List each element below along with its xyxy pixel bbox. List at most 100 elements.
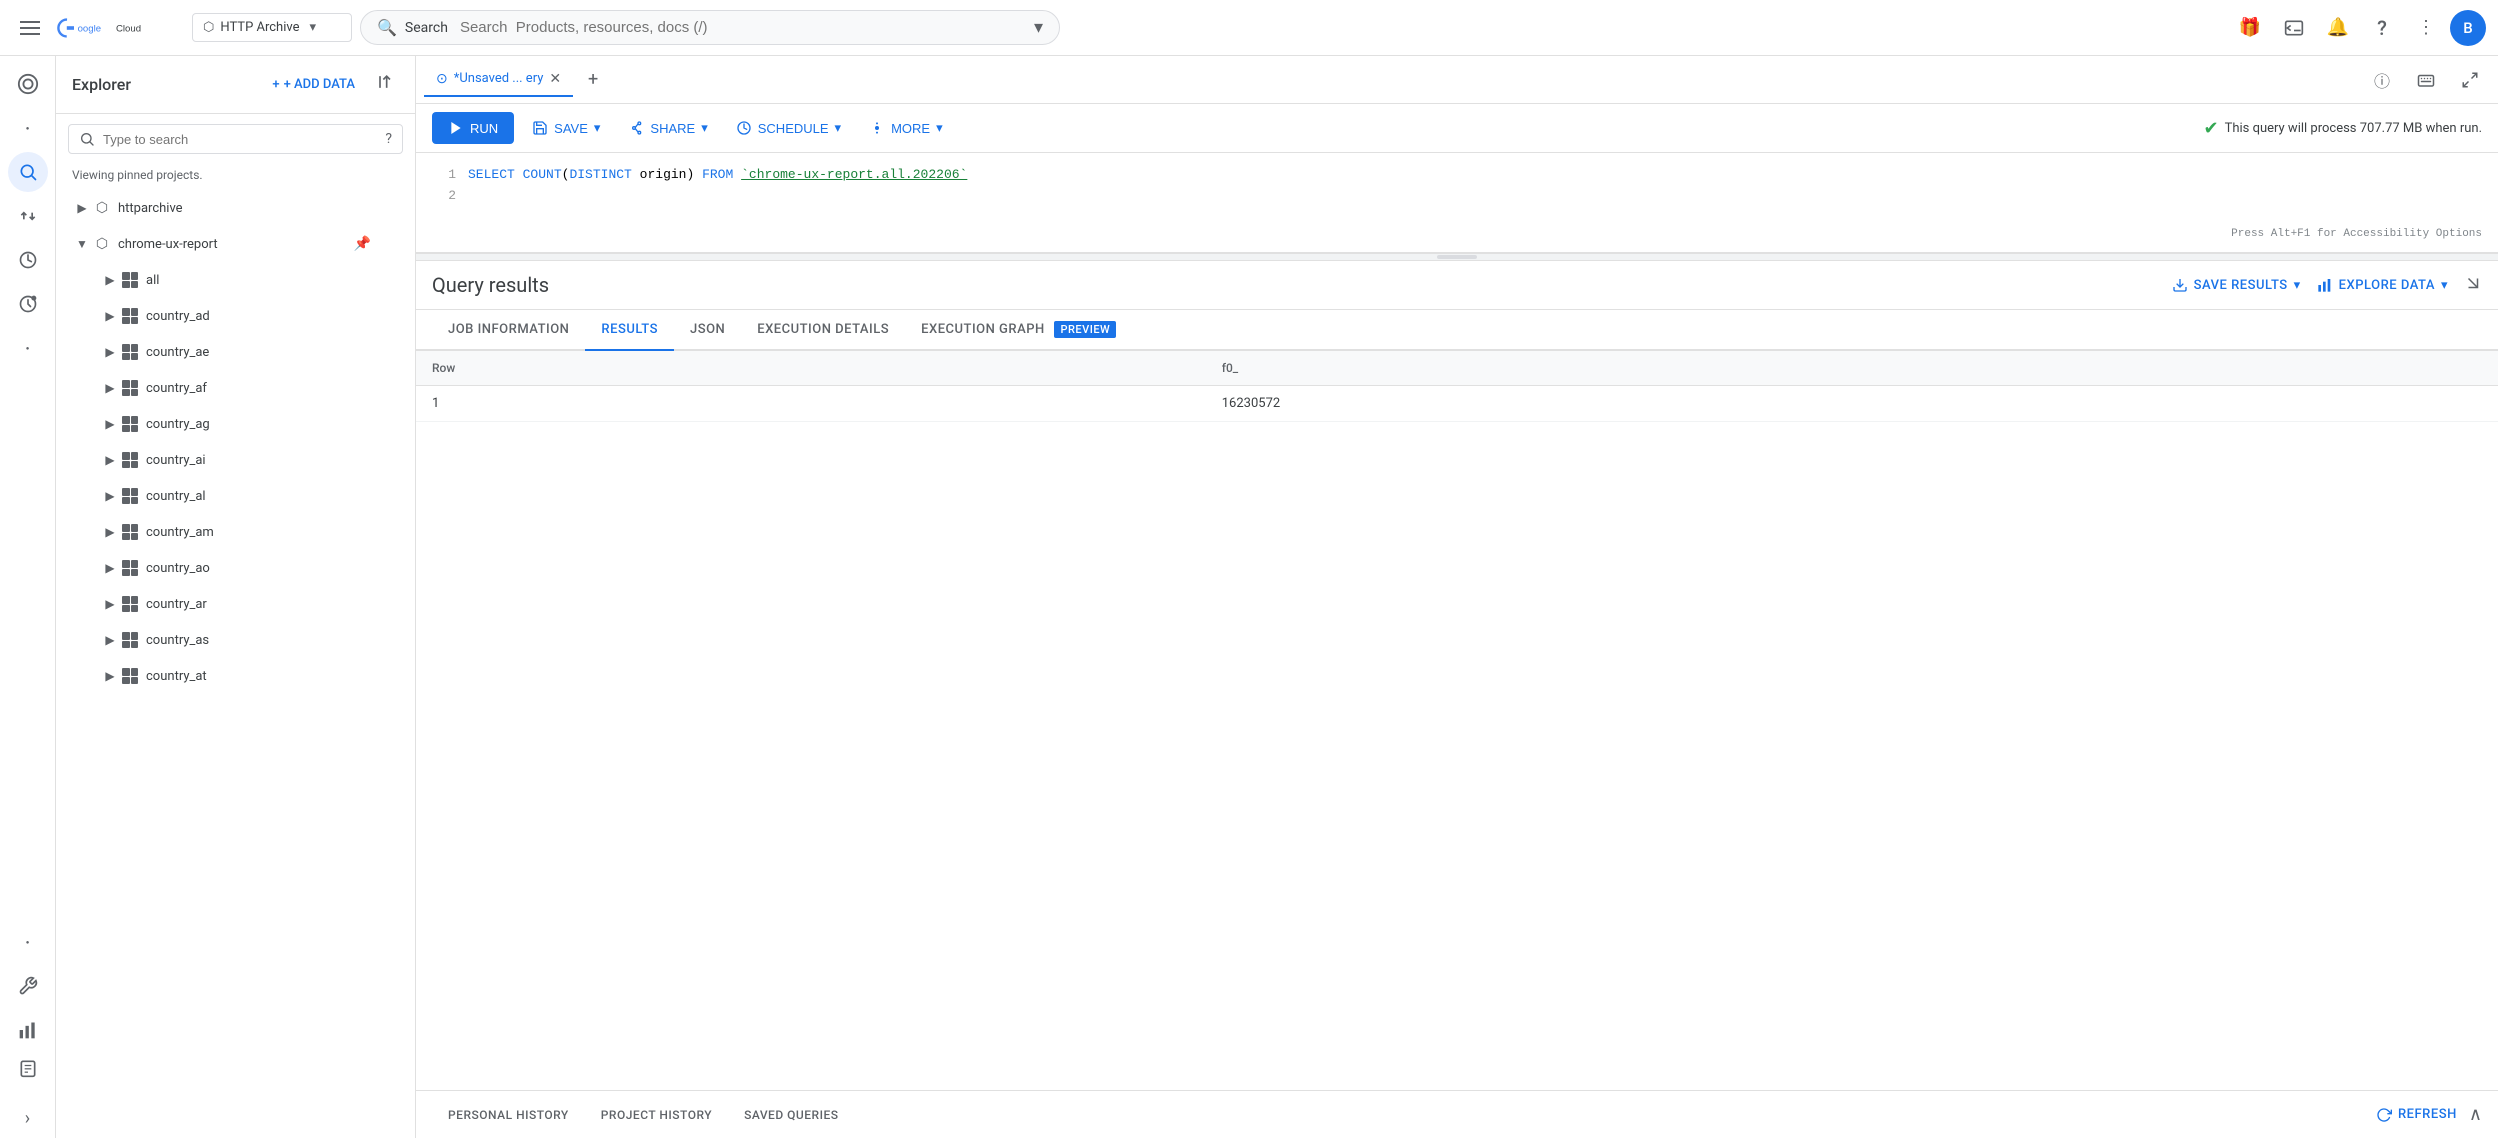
refresh-label: REFRESH: [2398, 1107, 2457, 1122]
tab-project-history[interactable]: PROJECT HISTORY: [585, 1096, 728, 1134]
more-dropdown-icon: ▾: [936, 120, 943, 136]
global-search-bar[interactable]: 🔍 Search ▾: [360, 10, 1060, 45]
table-icon-ao: [120, 558, 140, 578]
tab-fullscreen-icon[interactable]: [2450, 60, 2490, 100]
sidebar-transfer-icon[interactable]: [8, 196, 48, 236]
sidebar-history-icon[interactable]: [8, 240, 48, 280]
sidebar-chart-icon[interactable]: [8, 1010, 48, 1050]
results-area: Query results SAVE RESULTS ▾ EXPLORE DAT…: [416, 261, 2498, 1090]
tab-saved-queries[interactable]: SAVED QUERIES: [728, 1096, 854, 1134]
expand-country-ai-icon[interactable]: ▶: [100, 450, 120, 470]
main-layout: ● ● ● › Explorer: [0, 56, 2498, 1138]
search-input[interactable]: [460, 19, 1026, 36]
expand-country-as-icon[interactable]: ▶: [100, 630, 120, 650]
chrome-ux-children: ▶ all ⋮ ▶ country_ad ⋮ ▶: [56, 262, 415, 694]
bell-icon-btn[interactable]: 🔔: [2318, 8, 2358, 48]
explore-data-button[interactable]: EXPLORE DATA ▾: [2317, 277, 2448, 293]
top-nav: oogle Cloud ⬡ HTTP Archive ▾ 🔍 Search ▾ …: [0, 0, 2498, 56]
more-vert-icon-btn[interactable]: ⋮: [2406, 8, 2446, 48]
query-tab-unsaved[interactable]: ⊙ *Unsaved ... ery ✕: [424, 63, 573, 97]
dataset-country-as[interactable]: ▶ country_as ⋮: [76, 622, 415, 658]
project-httparchive-label: httparchive: [118, 201, 375, 216]
sidebar-dot-3: ●: [8, 922, 48, 962]
tab-execution-details[interactable]: EXECUTION DETAILS: [741, 310, 905, 351]
project-selector[interactable]: ⬡ HTTP Archive ▾: [192, 13, 352, 42]
dataset-country-ar[interactable]: ▶ country_ar ⋮: [76, 586, 415, 622]
table-icon-ae: [120, 342, 140, 362]
sidebar-scheduled-icon[interactable]: [8, 284, 48, 324]
save-results-button[interactable]: SAVE RESULTS ▾: [2172, 277, 2301, 293]
search-help-icon[interactable]: ?: [385, 131, 392, 147]
dataset-country-ai[interactable]: ▶ country_ai ⋮: [76, 442, 415, 478]
table-icon-ad: [120, 306, 140, 326]
project-httparchive[interactable]: ▶ ⬡ httparchive ⋮: [56, 190, 415, 226]
tab-job-information[interactable]: JOB INFORMATION: [432, 310, 585, 351]
dataset-country-ag[interactable]: ▶ country_ag ⋮: [76, 406, 415, 442]
collapse-bottom-button[interactable]: ∧: [2469, 1104, 2482, 1125]
help-icon-btn[interactable]: ?: [2362, 8, 2402, 48]
dataset-country-ae[interactable]: ▶ country_ae ⋮: [76, 334, 415, 370]
hamburger-menu[interactable]: [12, 13, 48, 43]
expand-all-icon[interactable]: ▶: [100, 270, 120, 290]
main-content: ⊙ *Unsaved ... ery ✕ + ⓘ RUN: [416, 56, 2498, 1138]
code-editor[interactable]: 1 SELECT COUNT(DISTINCT origin) FROM `ch…: [416, 153, 2498, 253]
tab-close-button[interactable]: ✕: [549, 71, 561, 87]
collapse-explorer-button[interactable]: [371, 68, 399, 101]
new-tab-button[interactable]: +: [577, 64, 609, 96]
dataset-country-ad-label: country_ad: [146, 309, 375, 324]
dataset-all[interactable]: ▶ all ⋮: [76, 262, 415, 298]
dataset-country-ao[interactable]: ▶ country_ao ⋮: [76, 550, 415, 586]
run-button[interactable]: RUN: [432, 112, 514, 144]
tab-results[interactable]: RESULTS: [585, 310, 674, 351]
sidebar-dashboard-icon[interactable]: [8, 64, 48, 104]
share-button[interactable]: SHARE ▾: [618, 112, 717, 144]
search-expand-icon[interactable]: ▾: [1034, 17, 1043, 38]
dataset-country-al[interactable]: ▶ country_al ⋮: [76, 478, 415, 514]
tab-execution-graph[interactable]: EXECUTION GRAPH PREVIEW: [905, 310, 1132, 351]
expand-country-ag-icon[interactable]: ▶: [100, 414, 120, 434]
expand-country-at-icon[interactable]: ▶: [100, 666, 120, 686]
dataset-country-af[interactable]: ▶ country_af ⋮: [76, 370, 415, 406]
schedule-button[interactable]: SCHEDULE ▾: [726, 112, 851, 144]
explore-data-icon: [2317, 277, 2333, 293]
sidebar-search-icon[interactable]: [8, 152, 48, 192]
dataset-country-at[interactable]: ▶ country_at ⋮: [76, 658, 415, 694]
svg-text:oogle: oogle: [78, 23, 101, 34]
expand-httparchive-icon[interactable]: ▶: [72, 198, 92, 218]
save-results-dropdown-icon: ▾: [2294, 278, 2301, 293]
expand-country-ae-icon[interactable]: ▶: [100, 342, 120, 362]
explorer-search-input[interactable]: [103, 132, 377, 147]
save-dropdown-icon: ▾: [594, 120, 601, 136]
expand-results-button[interactable]: [2464, 274, 2482, 297]
user-avatar[interactable]: B: [2450, 10, 2486, 46]
expand-country-am-icon[interactable]: ▶: [100, 522, 120, 542]
expand-country-ao-icon[interactable]: ▶: [100, 558, 120, 578]
tab-personal-history[interactable]: PERSONAL HISTORY: [432, 1096, 585, 1134]
console-icon-btn[interactable]: [2274, 8, 2314, 48]
save-button[interactable]: SAVE ▾: [522, 112, 610, 144]
expand-country-al-icon[interactable]: ▶: [100, 486, 120, 506]
dataset-country-ar-label: country_ar: [146, 597, 375, 612]
gift-icon-btn[interactable]: 🎁: [2230, 8, 2270, 48]
more-button[interactable]: MORE ▾: [859, 112, 953, 144]
resize-handle[interactable]: [416, 253, 2498, 261]
table-icon-ag: [120, 414, 140, 434]
tab-info-icon[interactable]: ⓘ: [2362, 60, 2402, 100]
sidebar-clipboard-icon[interactable]: [8, 1054, 48, 1094]
project-chrome-ux-report[interactable]: ▼ ⬡ chrome-ux-report 📌 ⋮: [56, 226, 415, 262]
explorer-search-box[interactable]: ?: [68, 124, 403, 154]
sidebar-expand-icon[interactable]: ›: [8, 1098, 48, 1138]
sidebar-wrench-icon[interactable]: [8, 966, 48, 1006]
expand-country-af-icon[interactable]: ▶: [100, 378, 120, 398]
expand-country-ar-icon[interactable]: ▶: [100, 594, 120, 614]
refresh-button[interactable]: REFRESH: [2376, 1107, 2457, 1123]
dataset-all-label: all: [146, 273, 375, 288]
expand-country-ad-icon[interactable]: ▶: [100, 306, 120, 326]
tab-json[interactable]: JSON: [674, 310, 741, 351]
dataset-country-ad[interactable]: ▶ country_ad ⋮: [76, 298, 415, 334]
tab-keyboard-icon[interactable]: [2406, 60, 2446, 100]
search-label: Search: [405, 20, 448, 36]
add-data-button[interactable]: + + ADD DATA: [264, 71, 363, 98]
dataset-country-am[interactable]: ▶ country_am ⋮: [76, 514, 415, 550]
expand-chrome-ux-icon[interactable]: ▼: [72, 234, 92, 254]
